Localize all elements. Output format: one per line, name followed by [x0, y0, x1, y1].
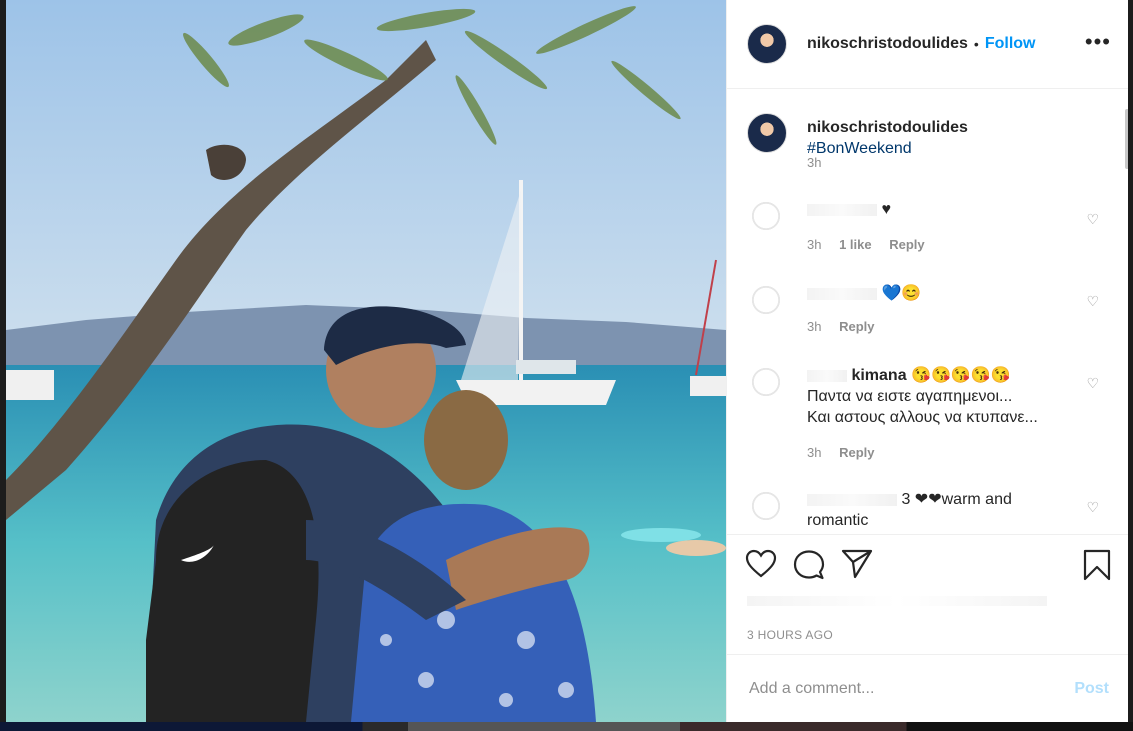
add-comment-input[interactable]	[747, 677, 1051, 701]
background-strip	[0, 722, 1133, 731]
post-dialog: nikoschristodoulides • Follow ••• nikosc…	[6, 0, 1128, 722]
redacted-username	[807, 287, 877, 300]
post-author-username[interactable]: nikoschristodoulides	[807, 35, 968, 53]
comment-time: 3h	[807, 237, 822, 252]
like-comment-heart-icon[interactable]: ♡	[1086, 211, 1099, 228]
caption-username[interactable]: nikoschristodoulides	[807, 119, 968, 136]
redacted-username	[807, 493, 897, 506]
post-comment-button[interactable]: Post	[1074, 680, 1109, 698]
comment-text-cont: romantic	[807, 512, 869, 529]
comment-line-2: Και αστους αλλους να κτυπανε...	[807, 409, 1038, 426]
comment-text: 3 ❤❤warm and	[901, 491, 1012, 508]
redacted-username	[807, 369, 847, 382]
comment-emoji: 😘😘😘😘😘	[911, 367, 1011, 384]
reply-button[interactable]: Reply	[839, 319, 874, 334]
photo-image	[6, 0, 726, 722]
post-header: nikoschristodoulides • Follow •••	[727, 0, 1128, 89]
post-actions	[727, 534, 1128, 595]
scrollbar[interactable]	[1125, 109, 1128, 169]
caption-time: 3h	[807, 155, 822, 170]
like-comment-heart-icon[interactable]: ♡	[1086, 499, 1099, 516]
more-options-icon[interactable]: •••	[1085, 31, 1111, 53]
comment-time: 3h	[807, 319, 822, 334]
comments-list[interactable]: nikoschristodoulides #BonWeekend 3h ♥ 3h…	[727, 89, 1128, 534]
reply-button[interactable]: Reply	[839, 445, 874, 460]
comment-line-1: Παντα να ειστε αγαπημενοι...	[807, 388, 1013, 405]
avatar[interactable]	[747, 487, 785, 525]
bookmark-icon[interactable]	[1083, 549, 1111, 581]
reply-button[interactable]: Reply	[889, 237, 924, 252]
avatar[interactable]	[747, 363, 785, 401]
follow-button[interactable]: Follow	[985, 35, 1036, 53]
paper-plane-icon[interactable]	[841, 549, 873, 579]
avatar[interactable]	[747, 113, 787, 153]
comment-time: 3h	[807, 445, 822, 460]
avatar[interactable]	[747, 281, 785, 319]
like-comment-heart-icon[interactable]: ♡	[1086, 375, 1099, 392]
post-photo[interactable]	[6, 0, 726, 722]
comment-text: ♥	[881, 201, 891, 218]
comment-icon[interactable]	[793, 549, 825, 581]
comment-username-partial[interactable]: kimana	[851, 367, 906, 384]
add-comment-bar: Post	[727, 654, 1128, 722]
redacted-likes	[747, 596, 1047, 606]
post-sidebar: nikoschristodoulides • Follow ••• nikosc…	[726, 0, 1128, 722]
comment-text: 💙😊	[881, 285, 922, 302]
separator-dot: •	[973, 36, 979, 52]
redacted-username	[807, 203, 877, 216]
post-timestamp: 3 HOURS AGO	[747, 628, 833, 642]
avatar[interactable]	[747, 197, 785, 235]
avatar[interactable]	[747, 24, 787, 64]
like-comment-heart-icon[interactable]: ♡	[1086, 293, 1099, 310]
comment-likes[interactable]: 1 like	[839, 237, 872, 252]
heart-icon[interactable]	[745, 549, 777, 579]
